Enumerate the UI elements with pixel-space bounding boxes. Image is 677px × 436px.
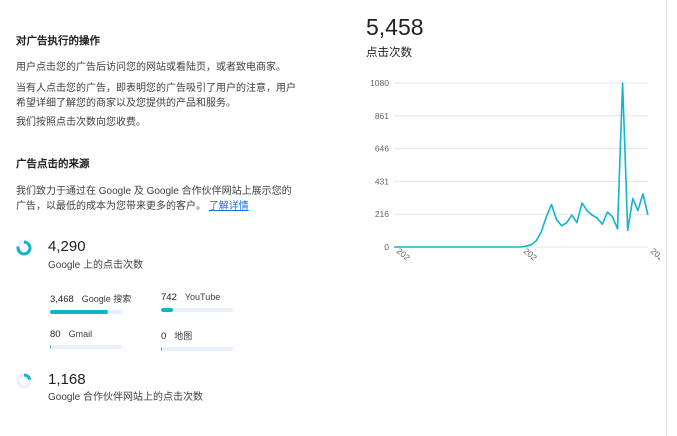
stat-bar-fill	[161, 308, 174, 312]
stat-value: 742	[161, 292, 177, 303]
stat-bar	[50, 345, 122, 349]
y-tick-label: 861	[375, 111, 389, 121]
actions-paragraph-2: 当有人点击您的广告，即表明您的广告吸引了用户的注意，用户 希望详细了解您的商家以…	[16, 81, 296, 111]
y-tick-label: 431	[375, 176, 389, 186]
total-clicks-value: 5,458	[366, 14, 424, 40]
y-tick-label: 0	[384, 242, 389, 252]
stat-bar-fill	[50, 310, 109, 314]
section-sources-title: 广告点击的来源	[16, 158, 90, 170]
stat-bar	[161, 347, 233, 351]
stat-google-search: 3,468 Google 搜索	[50, 292, 131, 314]
y-tick-label: 646	[375, 144, 389, 154]
partner-clicks-value: 1,168	[48, 371, 86, 388]
partner-clicks-donut-icon	[16, 373, 32, 389]
stat-bar	[161, 308, 233, 312]
stat-bar-fill	[161, 347, 162, 351]
stat-label: 地图	[174, 331, 193, 341]
y-tick-label: 216	[375, 209, 389, 219]
sources-paragraph-line2-text: 广告，以最低的成本为您带来更多的客户。	[16, 201, 206, 212]
stat-label: Google 搜索	[81, 294, 132, 304]
google-clicks-value: 4,290	[48, 238, 86, 255]
stat-maps: 0 地图	[161, 329, 233, 351]
sources-paragraph-line1: 我们致力于通过在 Google 及 Google 合作伙伴网站上展示您的	[16, 186, 292, 197]
stat-bar	[50, 310, 122, 314]
partner-clicks-label: Google 合作伙伴网站上的点击次数	[48, 392, 204, 403]
stat-value: 3,468	[50, 294, 74, 305]
x-tick-label: 202	[395, 246, 413, 263]
y-tick-label: 1080	[370, 78, 389, 88]
clicks-line-chart: 1080 861 646 431 216 0 202 202 202	[370, 78, 660, 263]
stat-label: YouTube	[184, 292, 221, 302]
actions-paragraph-2-line1: 当有人点击您的广告，即表明您的广告吸引了用户的注意，用户	[16, 83, 296, 94]
total-clicks-label: 点击次数	[366, 47, 412, 59]
stat-gmail: 80 Gmail	[50, 329, 122, 349]
section-actions-title: 对广告执行的操作	[16, 35, 100, 47]
google-clicks-donut-icon	[16, 240, 32, 256]
stat-youtube: 742 YouTube	[161, 292, 233, 312]
actions-paragraph-1: 用户点击您的广告后访问您的网站或看陆页，或者致电商家。	[16, 62, 286, 73]
google-clicks-label: Google 上的点击次数	[48, 260, 144, 271]
stat-label: Gmail	[68, 329, 93, 339]
stat-value: 80	[50, 329, 61, 340]
x-tick-label: 202	[649, 246, 660, 263]
panel-divider	[666, 0, 667, 436]
actions-paragraph-3: 我们按照点击次数向您收费。	[16, 117, 146, 128]
stat-bar-fill	[50, 345, 52, 349]
x-tick-label: 202	[522, 246, 540, 263]
sources-paragraph-line2: 广告，以最低的成本为您带来更多的客户。 了解详情	[16, 199, 292, 214]
series-line	[394, 82, 649, 248]
sources-paragraph: 我们致力于通过在 Google 及 Google 合作伙伴网站上展示您的 广告，…	[16, 184, 292, 214]
stat-value: 0	[161, 331, 167, 342]
actions-paragraph-2-line2: 希望详细了解您的商家以及您提供的产品和服务。	[16, 98, 236, 109]
learn-more-link[interactable]: 了解详情	[209, 201, 249, 212]
